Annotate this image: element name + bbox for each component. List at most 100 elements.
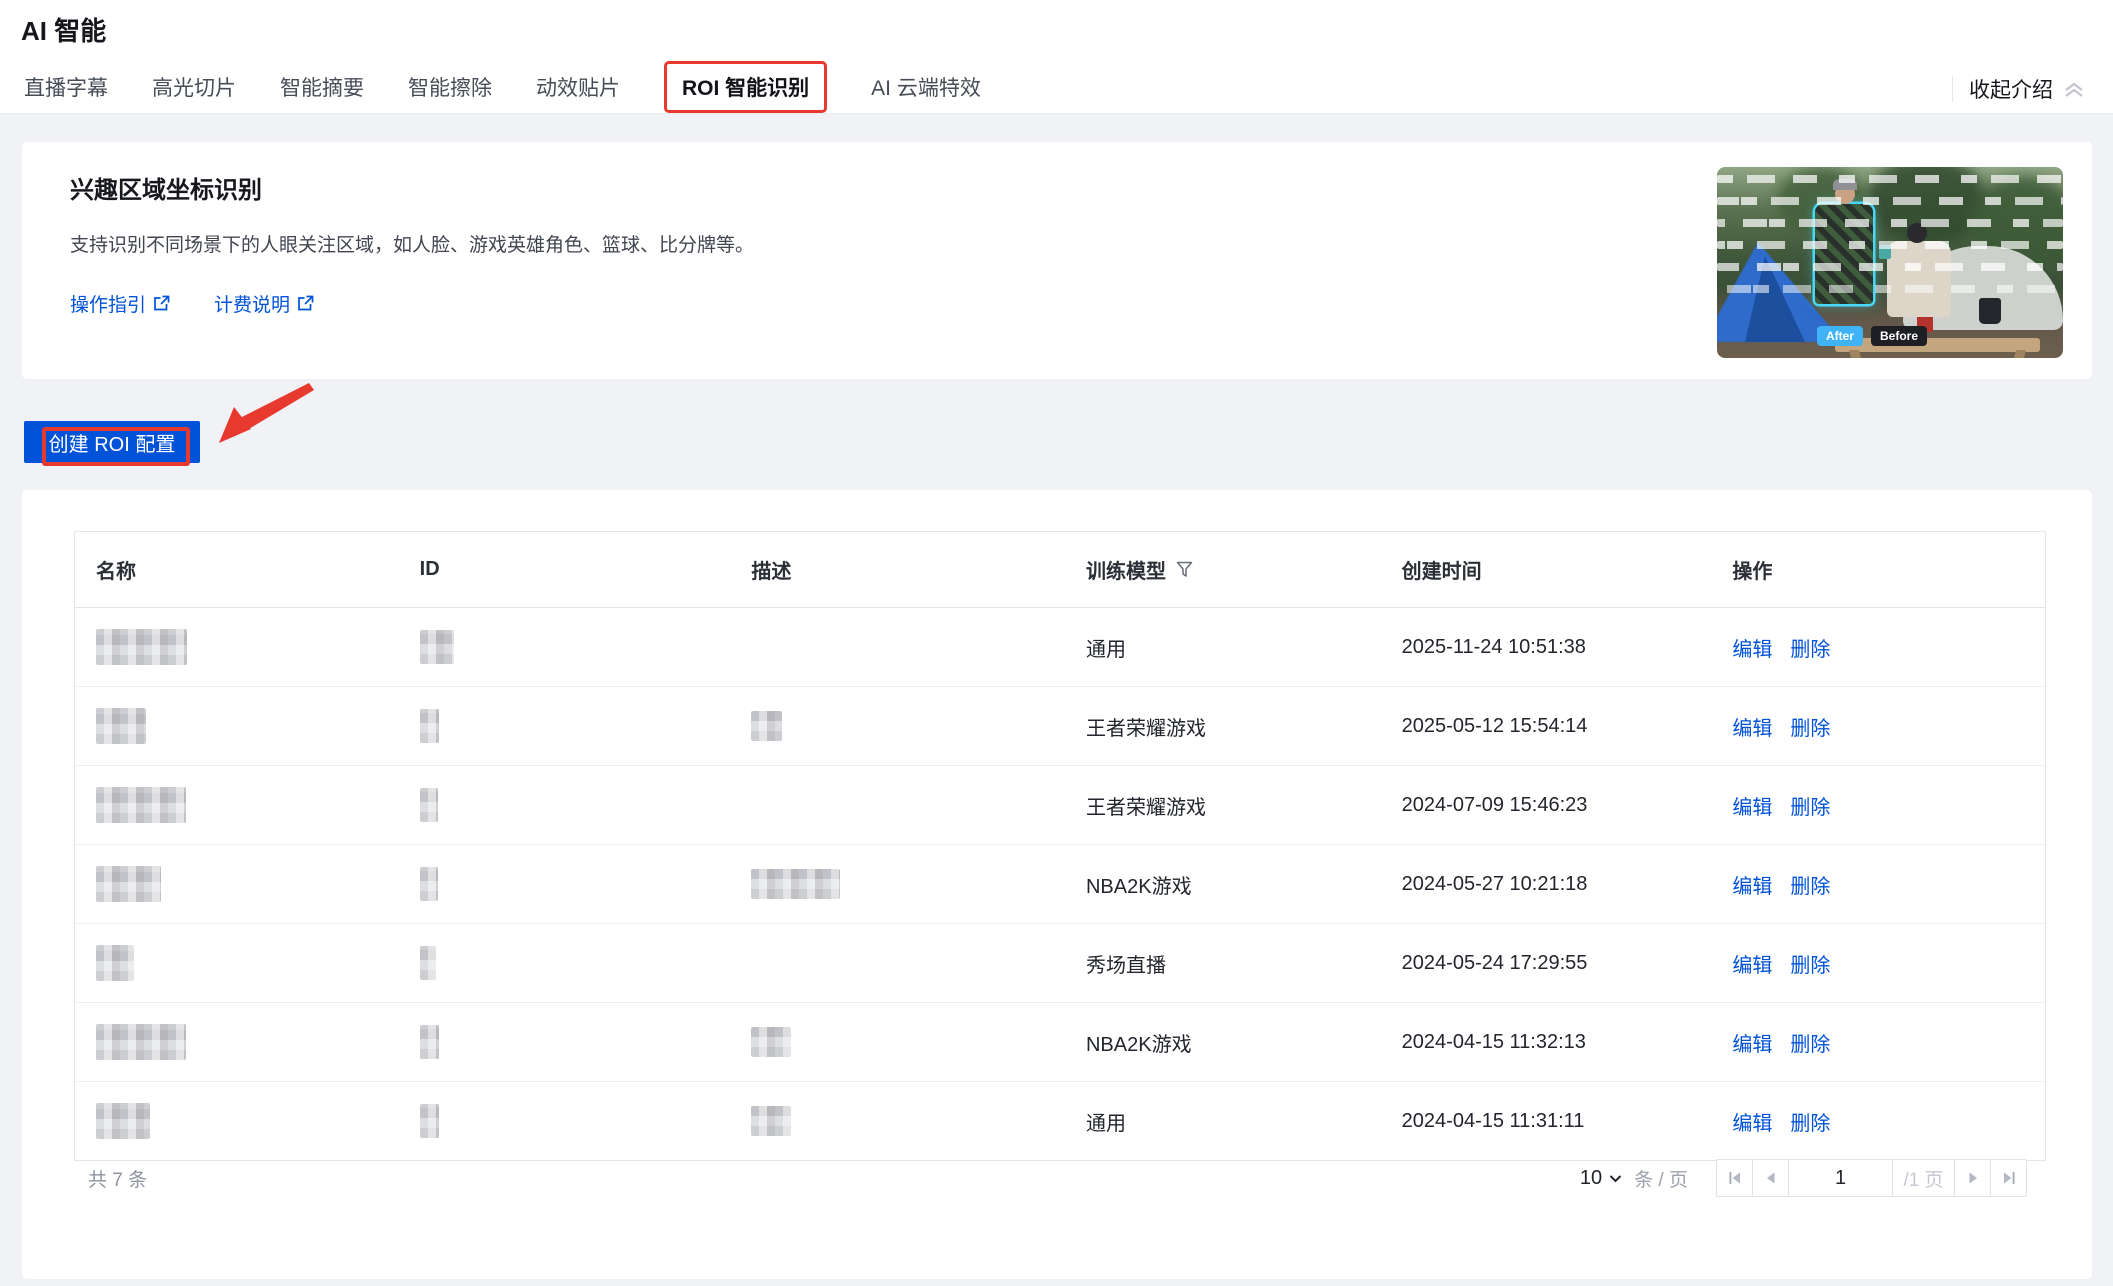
redacted-name [96, 945, 134, 981]
model-cell: 通用 [1065, 633, 1381, 662]
created-time-cell: 2025-11-24 10:51:38 [1381, 636, 1712, 659]
redacted-description [751, 711, 782, 741]
guide-link-label: 操作指引 [70, 290, 146, 317]
table-row: NBA2K游戏 2024-04-15 11:32:13 编辑 删除 [75, 1003, 2045, 1082]
delete-link[interactable]: 删除 [1790, 1107, 1830, 1136]
table-footer: 共 7 条 10 条 / 页 1 [88, 1158, 2027, 1198]
filter-icon[interactable] [1176, 561, 1193, 578]
table-row: 秀场直播 2024-05-24 17:29:55 编辑 删除 [75, 924, 2045, 1003]
redacted-description [751, 1027, 791, 1057]
table-row: NBA2K游戏 2024-05-27 10:21:18 编辑 删除 [75, 845, 2045, 924]
created-time-cell: 2024-04-15 11:32:13 [1381, 1031, 1712, 1054]
intro-description: 支持识别不同场景下的人眼关注区域，如人脸、游戏英雄角色、篮球、比分牌等。 [70, 230, 754, 257]
prev-page-button[interactable] [1752, 1159, 1789, 1197]
page-size-value: 10 [1580, 1167, 1602, 1190]
edit-link[interactable]: 编辑 [1732, 1107, 1772, 1136]
before-badge: Before [1871, 326, 1927, 346]
guide-link[interactable]: 操作指引 [70, 290, 170, 317]
tab-3[interactable]: 智能摘要 [280, 72, 364, 102]
last-page-icon [2002, 1171, 2016, 1185]
delete-link[interactable]: 删除 [1790, 949, 1830, 978]
roi-config-table-card: 名称 ID 描述 训练模型 创建时间 操作 通用 2025-11-24 10:5… [22, 490, 2092, 1279]
redacted-name [96, 787, 186, 823]
next-page-button[interactable] [1954, 1159, 1991, 1197]
external-link-icon [297, 295, 314, 312]
model-cell: 王者荣耀游戏 [1065, 791, 1381, 820]
first-page-icon [1728, 1171, 1742, 1185]
danmaku-overlay [1717, 263, 2063, 271]
danmaku-overlay [1717, 285, 2063, 293]
tab-4[interactable]: 智能擦除 [408, 72, 492, 102]
redacted-id [420, 1104, 439, 1138]
redacted-name [96, 1024, 186, 1060]
roi-config-table: 名称 ID 描述 训练模型 创建时间 操作 通用 2025-11-24 10:5… [74, 531, 2046, 1161]
create-roi-config-button[interactable]: 创建 ROI 配置 [24, 421, 200, 463]
created-time-cell: 2024-04-15 11:31:11 [1381, 1110, 1712, 1133]
last-page-button[interactable] [1990, 1159, 2027, 1197]
edit-link[interactable]: 编辑 [1732, 949, 1772, 978]
redacted-id [420, 946, 436, 980]
intro-title: 兴趣区域坐标识别 [70, 170, 262, 205]
total-pages-label: /1 页 [1892, 1159, 1955, 1197]
redacted-description [751, 869, 840, 899]
first-page-button[interactable] [1716, 1159, 1753, 1197]
chevron-double-up-icon [2063, 81, 2085, 98]
redacted-name [96, 1103, 150, 1139]
edit-link[interactable]: 编辑 [1732, 1028, 1772, 1057]
divider [1952, 76, 1953, 102]
billing-link[interactable]: 计费说明 [214, 290, 314, 317]
redacted-id [420, 788, 438, 822]
pagination: 1 /1 页 [1716, 1159, 2027, 1197]
edit-link[interactable]: 编辑 [1732, 633, 1772, 662]
table-body: 通用 2025-11-24 10:51:38 编辑 删除 王者荣耀游戏 2025… [75, 608, 2045, 1160]
promo-image: After Before [1717, 167, 2063, 358]
redacted-name [96, 629, 187, 665]
collapse-intro-label: 收起介绍 [1969, 74, 2053, 104]
danmaku-overlay [1717, 197, 2063, 205]
danmaku-overlay [1717, 175, 2063, 183]
danmaku-overlay [1717, 219, 2063, 227]
current-page-input[interactable]: 1 [1788, 1159, 1893, 1197]
delete-link[interactable]: 删除 [1790, 870, 1830, 899]
table-header: 名称 ID 描述 训练模型 创建时间 操作 [75, 532, 2045, 608]
model-cell: 王者荣耀游戏 [1065, 712, 1381, 741]
intro-card: 兴趣区域坐标识别 支持识别不同场景下的人眼关注区域，如人脸、游戏英雄角色、篮球、… [22, 142, 2092, 379]
delete-link[interactable]: 删除 [1790, 712, 1830, 741]
page-size-select[interactable]: 10 [1580, 1167, 1622, 1190]
delete-link[interactable]: 删除 [1790, 1028, 1830, 1057]
redacted-id [420, 630, 454, 664]
danmaku-overlay [1717, 241, 2063, 249]
model-cell: NBA2K游戏 [1065, 870, 1381, 899]
tab-5[interactable]: 动效贴片 [536, 72, 620, 102]
tab-1[interactable]: 直播字幕 [24, 72, 108, 102]
edit-link[interactable]: 编辑 [1732, 791, 1772, 820]
column-header-id: ID [399, 558, 731, 581]
redacted-id [420, 867, 438, 901]
created-time-cell: 2024-05-27 10:21:18 [1381, 873, 1712, 896]
billing-link-label: 计费说明 [214, 290, 290, 317]
redacted-id [420, 1025, 439, 1059]
total-count-label: 共 7 条 [88, 1165, 147, 1192]
edit-link[interactable]: 编辑 [1732, 712, 1772, 741]
created-time-cell: 2024-05-24 17:29:55 [1381, 952, 1712, 975]
created-time-cell: 2024-07-09 15:46:23 [1381, 794, 1712, 817]
column-header-created: 创建时间 [1381, 555, 1712, 584]
tab-2[interactable]: 高光切片 [152, 72, 236, 102]
table-row: 王者荣耀游戏 2025-05-12 15:54:14 编辑 删除 [75, 687, 2045, 766]
chevron-down-icon [1609, 1174, 1622, 1183]
delete-link[interactable]: 删除 [1790, 633, 1830, 662]
table-row: 通用 2024-04-15 11:31:11 编辑 删除 [75, 1082, 2045, 1160]
tab-bar: 直播字幕 高光切片 智能摘要 智能擦除 动效贴片 ROI 智能识别 AI 云端特效 [24, 62, 981, 112]
column-header-description: 描述 [730, 555, 1065, 584]
tab-6[interactable]: ROI 智能识别 [664, 61, 827, 113]
model-cell: 通用 [1065, 1107, 1381, 1136]
collapse-intro-toggle[interactable]: 收起介绍 [1952, 74, 2085, 104]
redacted-name [96, 708, 146, 744]
edit-link[interactable]: 编辑 [1732, 870, 1772, 899]
redacted-id [420, 709, 439, 743]
created-time-cell: 2025-05-12 15:54:14 [1381, 715, 1712, 738]
delete-link[interactable]: 删除 [1790, 791, 1830, 820]
table-row: 王者荣耀游戏 2024-07-09 15:46:23 编辑 删除 [75, 766, 2045, 845]
tab-7[interactable]: AI 云端特效 [871, 72, 981, 102]
model-cell: 秀场直播 [1065, 949, 1381, 978]
